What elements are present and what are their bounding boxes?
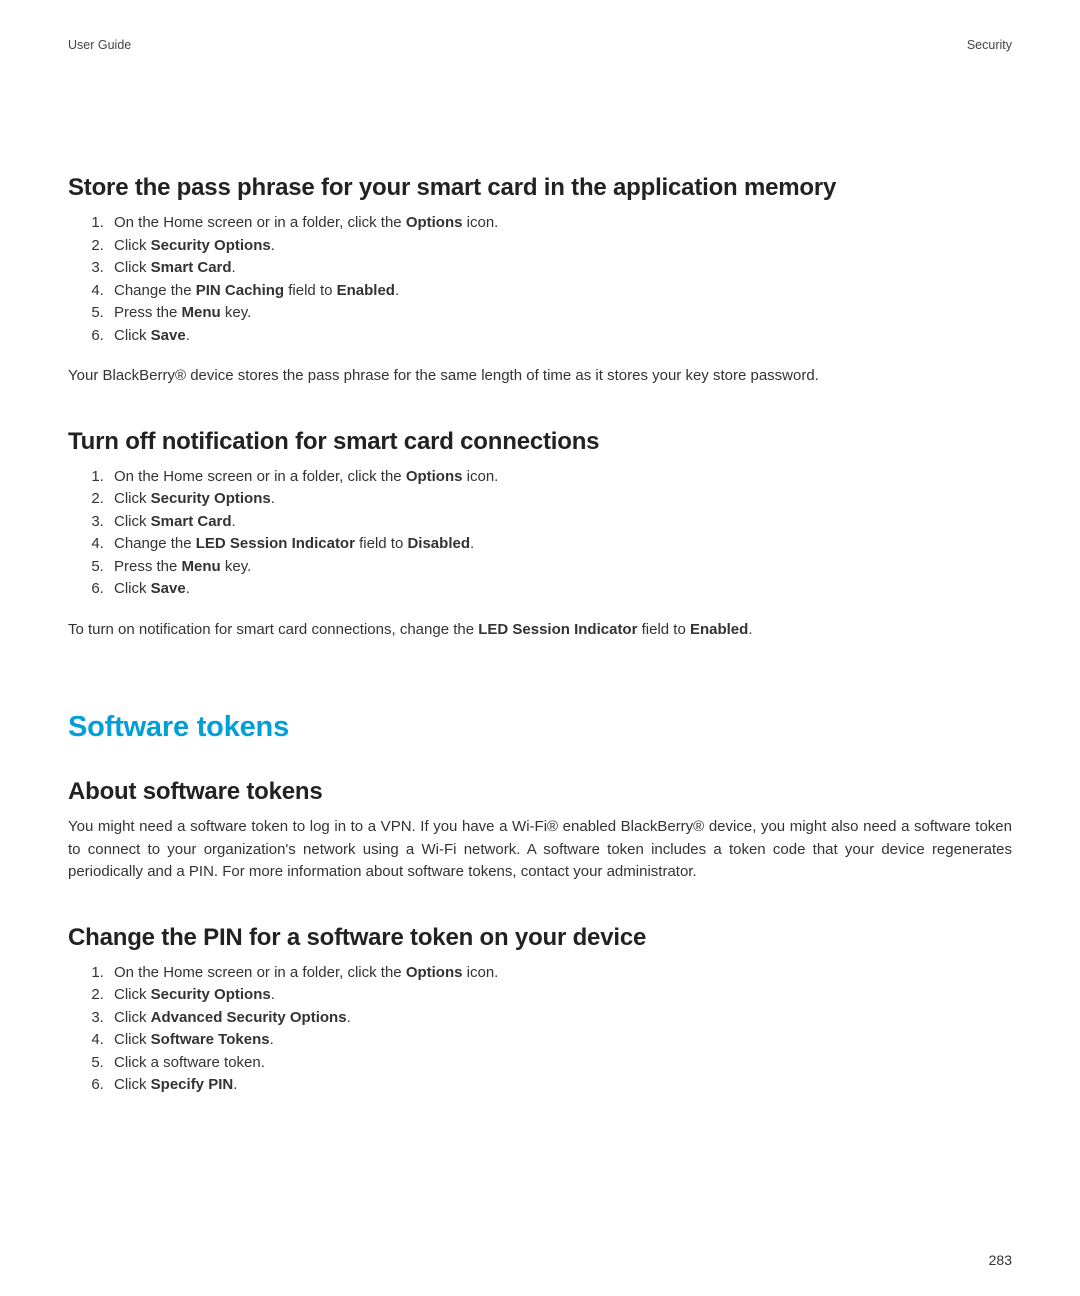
step-item: Click Advanced Security Options. [108,1007,1012,1030]
step-item: Click Security Options. [108,488,1012,511]
step-item: Change the LED Session Indicator field t… [108,533,1012,556]
section-turn-off-notification: Turn off notification for smart card con… [68,428,1012,642]
page-number: 283 [989,1252,1012,1268]
header-right: Security [967,38,1012,52]
section-note: To turn on notification for smart card c… [68,619,1012,642]
step-item: Change the PIN Caching field to Enabled. [108,280,1012,303]
step-item: On the Home screen or in a folder, click… [108,212,1012,235]
step-item: On the Home screen or in a folder, click… [108,466,1012,489]
section-body: You might need a software token to log i… [68,816,1012,884]
step-list: On the Home screen or in a folder, click… [68,962,1012,1097]
step-list: On the Home screen or in a folder, click… [68,212,1012,347]
step-item: Press the Menu key. [108,302,1012,325]
section-title: Turn off notification for smart card con… [68,428,1012,456]
step-item: Click Software Tokens. [108,1029,1012,1052]
step-item: Press the Menu key. [108,556,1012,579]
step-item: Click Smart Card. [108,511,1012,534]
section-change-pin: Change the PIN for a software token on y… [68,924,1012,1097]
section-title: Store the pass phrase for your smart car… [68,174,1012,202]
step-item: Click Security Options. [108,235,1012,258]
step-item: Click Security Options. [108,984,1012,1007]
section-title: About software tokens [68,778,1012,806]
page-header: User Guide Security [68,38,1012,52]
section-store-pass-phrase: Store the pass phrase for your smart car… [68,174,1012,388]
step-item: Click Save. [108,578,1012,601]
step-item: Click Specify PIN. [108,1074,1012,1097]
header-left: User Guide [68,38,131,52]
step-item: Click Smart Card. [108,257,1012,280]
chapter-title: Software tokens [68,711,1012,744]
step-item: On the Home screen or in a folder, click… [108,962,1012,985]
section-about-software-tokens: About software tokens You might need a s… [68,778,1012,884]
section-title: Change the PIN for a software token on y… [68,924,1012,952]
section-note: Your BlackBerry® device stores the pass … [68,365,1012,388]
step-item: Click Save. [108,325,1012,348]
step-list: On the Home screen or in a folder, click… [68,466,1012,601]
step-item: Click a software token. [108,1052,1012,1075]
